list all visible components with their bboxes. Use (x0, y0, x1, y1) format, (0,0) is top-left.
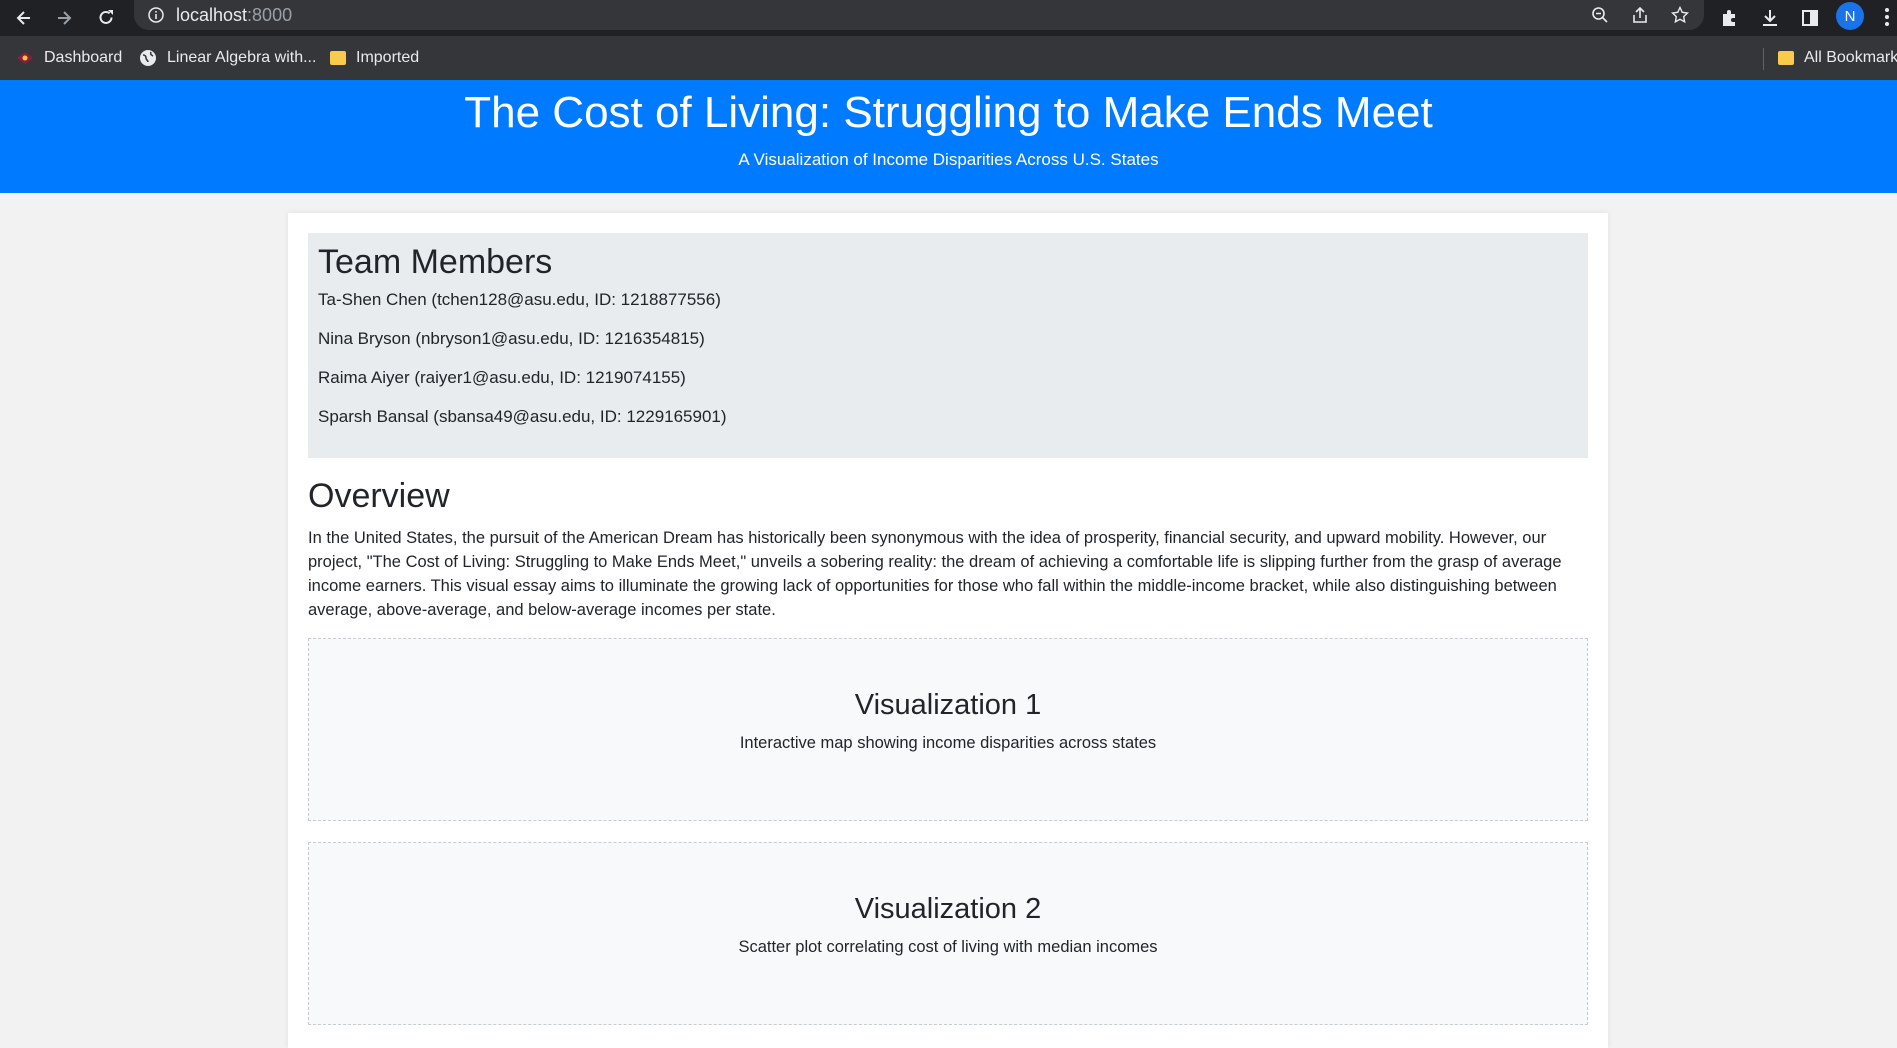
bookmark-dashboard[interactable]: Dashboard (16, 48, 122, 68)
visualization-2-placeholder: Visualization 2 Scatter plot correlating… (308, 842, 1588, 1025)
page-header: The Cost of Living: Struggling to Make E… (0, 80, 1897, 193)
arrow-right-icon (58, 11, 72, 25)
team-member: Sparsh Bansal (sbansa49@asu.edu, ID: 122… (318, 407, 727, 426)
overview-title: Overview (308, 477, 450, 515)
page-subtitle: A Visualization of Income Disparities Ac… (738, 150, 1159, 169)
team-member: Nina Bryson (nbryson1@asu.edu, ID: 12163… (318, 329, 705, 348)
overview-text: In the United States, the pursuit of the… (308, 529, 1562, 619)
bookmark-label: Imported (356, 49, 420, 66)
reload-button[interactable] (92, 4, 120, 32)
all-bookmarks-label: All Bookmarks (1804, 49, 1897, 66)
team-member: Ta-Shen Chen (tchen128@asu.edu, ID: 1218… (318, 290, 721, 309)
bookmarks-bar: Dashboard Linear Algebra with... Importe… (0, 36, 1897, 80)
bookmarks-divider (1763, 48, 1764, 70)
browser-toolbar: localhost:8000 N (0, 0, 1897, 36)
profile-avatar[interactable]: N (1836, 2, 1864, 30)
page-title: The Cost of Living: Struggling to Make E… (464, 88, 1433, 137)
zoom-out-icon (1592, 7, 1608, 23)
side-panel-icon (1802, 10, 1818, 26)
extensions-button[interactable] (1716, 4, 1744, 32)
info-icon[interactable] (148, 7, 164, 23)
main-content-card: Team Members Ta-Shen Chen (tchen128@asu.… (288, 213, 1608, 1048)
globe-icon (140, 50, 156, 66)
downloads-button[interactable] (1756, 4, 1784, 32)
bookmark-star-button[interactable] (1666, 1, 1694, 29)
puzzle-icon (1723, 10, 1735, 26)
visualization-title: Visualization 2 (854, 893, 1042, 925)
zoom-button[interactable] (1586, 1, 1614, 29)
visualization-1-placeholder: Visualization 1 Interactive map showing … (308, 638, 1588, 821)
team-members-title: Team Members (318, 243, 553, 281)
share-icon (1633, 6, 1647, 23)
star-icon (1671, 6, 1689, 24)
folder-icon (330, 51, 346, 65)
bookmark-imported[interactable]: Imported (330, 48, 419, 68)
all-bookmarks[interactable]: All Bookmarks (1778, 48, 1897, 68)
bookmark-linear-algebra[interactable]: Linear Algebra with... (139, 48, 316, 68)
bookmark-label: Linear Algebra with... (167, 49, 317, 66)
bookmark-label: Dashboard (44, 49, 123, 66)
reload-icon (99, 10, 113, 24)
arrow-left-icon (16, 11, 30, 25)
team-members-section: Team Members Ta-Shen Chen (tchen128@asu.… (308, 233, 1588, 458)
visualization-description: Interactive map showing income dispariti… (739, 734, 1157, 752)
visualization-title: Visualization 1 (854, 689, 1042, 721)
url-text: localhost:8000 (176, 5, 293, 25)
share-button[interactable] (1626, 1, 1654, 29)
dashboard-favicon-icon (17, 52, 33, 64)
side-panel-button[interactable] (1796, 4, 1824, 32)
address-bar[interactable]: localhost:8000 (134, 0, 1704, 30)
team-member: Raima Aiyer (raiyer1@asu.edu, ID: 121907… (318, 368, 686, 387)
download-icon (1763, 10, 1777, 26)
visualization-description: Scatter plot correlating cost of living … (738, 938, 1158, 956)
forward-button[interactable] (50, 4, 78, 32)
folder-icon (1778, 51, 1794, 65)
more-menu-icon[interactable] (1882, 5, 1892, 29)
back-button[interactable] (10, 4, 38, 32)
